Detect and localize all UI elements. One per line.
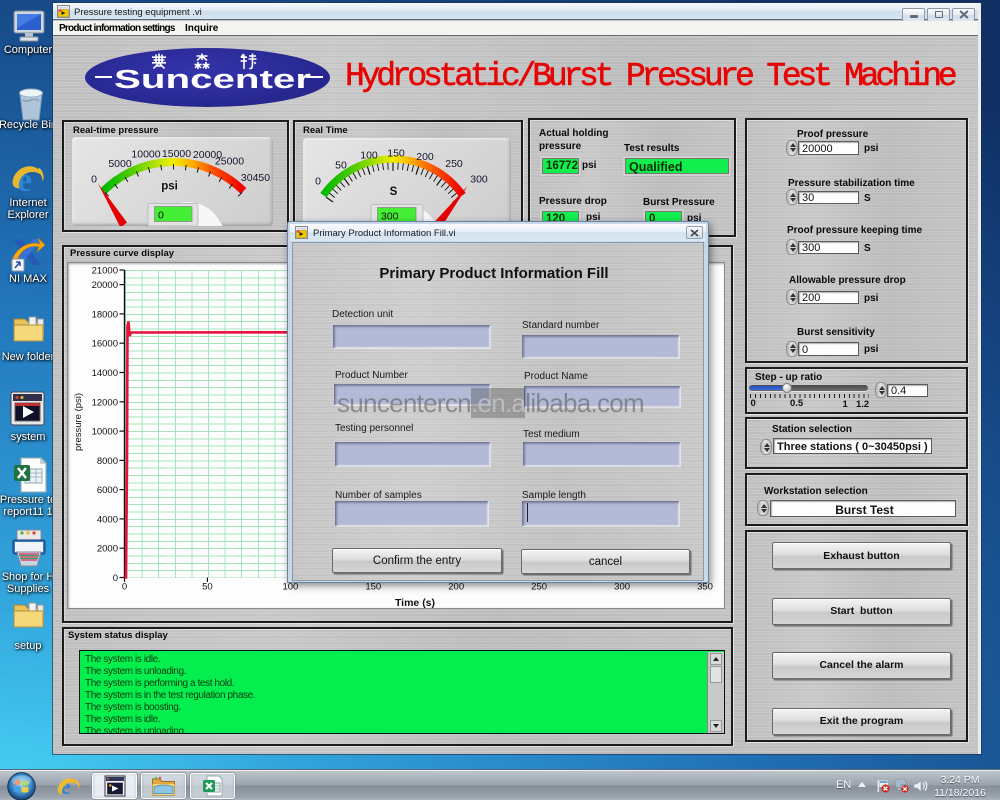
svg-text:300: 300 (470, 174, 488, 186)
svg-text:300: 300 (614, 582, 630, 593)
svg-text:0: 0 (315, 176, 321, 188)
svg-text:15000: 15000 (162, 148, 191, 160)
svg-text:250: 250 (445, 158, 463, 170)
svg-text:0: 0 (113, 573, 118, 584)
svg-text:S: S (390, 186, 398, 198)
svg-text:4000: 4000 (97, 514, 118, 525)
svg-text:150: 150 (387, 148, 405, 160)
svg-text:100: 100 (360, 150, 378, 162)
svg-text:200: 200 (416, 151, 434, 163)
svg-text:20000: 20000 (92, 280, 118, 291)
svg-text:10000: 10000 (92, 427, 118, 438)
svg-text:150: 150 (365, 582, 381, 593)
svg-text:21000: 21000 (92, 266, 118, 277)
svg-text:100: 100 (282, 582, 298, 593)
svg-text:250: 250 (531, 582, 547, 593)
svg-text:18000: 18000 (92, 309, 118, 320)
svg-text:pressure (psi): pressure (psi) (73, 393, 84, 451)
svg-text:12000: 12000 (92, 397, 118, 408)
svg-text:350: 350 (697, 582, 713, 593)
svg-text:200: 200 (448, 582, 464, 593)
svg-text:16000: 16000 (92, 339, 118, 350)
svg-text:0: 0 (122, 582, 127, 593)
svg-text:14000: 14000 (92, 368, 118, 379)
svg-text:psi: psi (161, 181, 178, 193)
svg-text:10000: 10000 (131, 149, 160, 161)
svg-text:0: 0 (91, 174, 97, 186)
svg-text:50: 50 (335, 160, 347, 172)
svg-text:Time (s): Time (s) (395, 597, 435, 609)
svg-text:25000: 25000 (215, 156, 244, 168)
svg-text:6000: 6000 (97, 485, 118, 496)
svg-text:0: 0 (158, 210, 164, 222)
svg-text:2000: 2000 (97, 544, 118, 555)
svg-text:50: 50 (202, 582, 213, 593)
svg-text:5000: 5000 (108, 158, 132, 170)
svg-text:30450: 30450 (241, 172, 270, 184)
svg-text:8000: 8000 (97, 456, 118, 467)
